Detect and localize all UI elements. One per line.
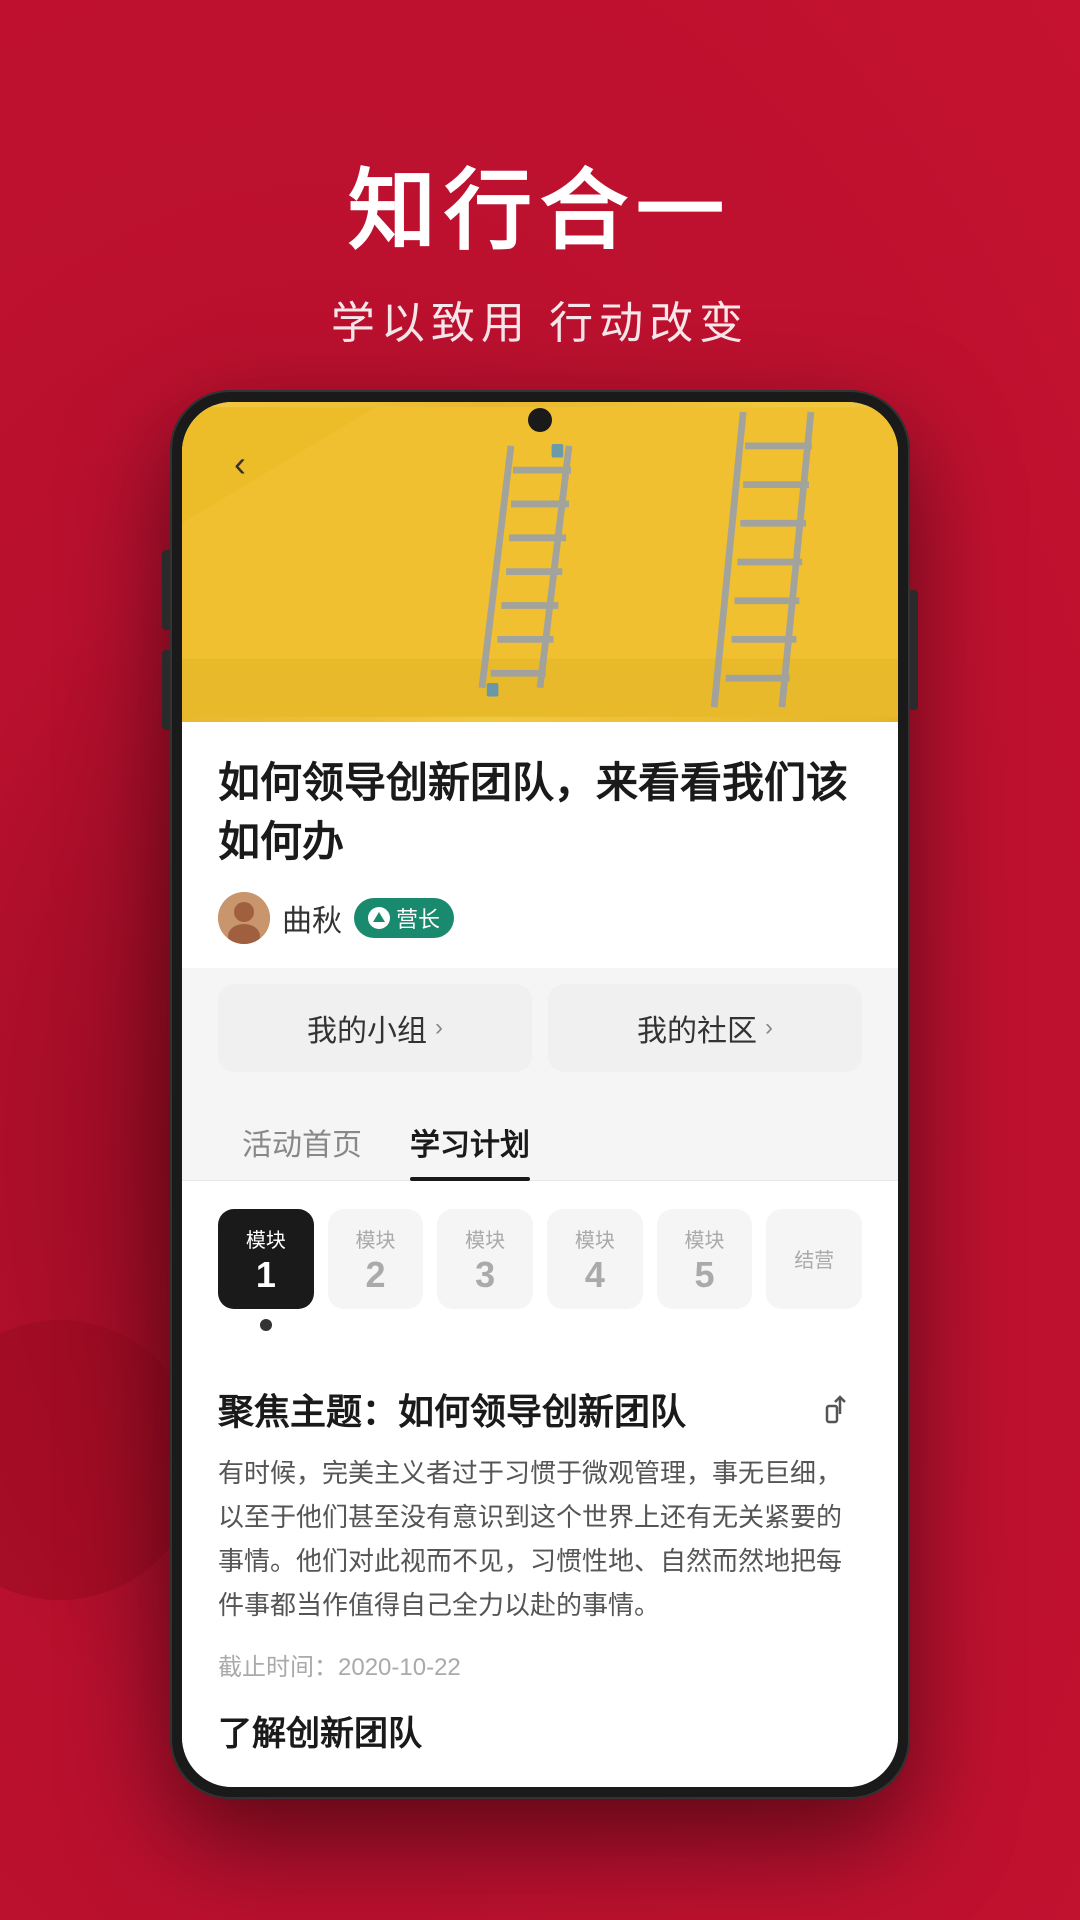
share-button[interactable]: [818, 1387, 862, 1431]
my-community-label: 我的社区: [637, 1006, 757, 1050]
focus-title: 聚焦主题：如何领导创新团队: [218, 1383, 686, 1435]
my-group-label: 我的小组: [307, 1006, 427, 1050]
rank-badge: 营长: [354, 898, 454, 938]
phone-frame: ‹ 如何领导创新团队，来看看我们该如何办 曲秋: [170, 390, 910, 1799]
author-avatar: [218, 892, 270, 944]
main-subtitle: 学以致用 行动改变: [0, 287, 1080, 351]
main-title: 知行合一: [0, 140, 1080, 267]
badge-label: 营长: [396, 902, 440, 934]
module-chip-5[interactable]: 模块 5: [657, 1209, 753, 1309]
focus-theme-row: 聚焦主题：如何领导创新团队: [218, 1383, 862, 1435]
module-chip-1[interactable]: 模块 1: [218, 1209, 314, 1309]
deadline-label: 截止时间：: [218, 1654, 338, 1681]
article-body-text: 有时候，完美主义者过于习惯于微观管理，事无巨细，以至于他们甚至没有意识到这个世界…: [218, 1451, 862, 1628]
tab-bar: 活动首页 学习计划: [182, 1096, 898, 1181]
side-button-volume-up: [162, 550, 170, 630]
module-chip-2[interactable]: 模块 2: [328, 1209, 424, 1309]
nav-buttons: 我的小组 › 我的社区 ›: [182, 968, 898, 1096]
module-chip-end[interactable]: 结营: [766, 1209, 862, 1309]
my-community-button[interactable]: 我的社区 ›: [548, 984, 862, 1072]
phone-screen: ‹ 如何领导创新团队，来看看我们该如何办 曲秋: [182, 402, 898, 1787]
chevron-right-icon-2: ›: [765, 1014, 773, 1042]
module-chip-4[interactable]: 模块 4: [547, 1209, 643, 1309]
section-heading: 了解创新团队: [218, 1706, 862, 1755]
badge-icon: [368, 907, 390, 929]
side-button-power: [910, 590, 918, 710]
author-row: 曲秋 营长: [218, 892, 862, 944]
article-header: 如何领导创新团队，来看看我们该如何办 曲秋: [182, 722, 898, 968]
tab-activity-home[interactable]: 活动首页: [218, 1104, 386, 1180]
module-section: 模块 1 模块 2 模块 3 模块 4: [182, 1181, 898, 1359]
active-dot: [260, 1319, 272, 1331]
back-button[interactable]: ‹: [218, 442, 262, 486]
module-chip-3[interactable]: 模块 3: [437, 1209, 533, 1309]
chevron-right-icon: ›: [435, 1014, 443, 1042]
back-arrow-icon: ‹: [234, 443, 246, 485]
article-title: 如何领导创新团队，来看看我们该如何办: [218, 754, 862, 872]
my-group-button[interactable]: 我的小组 ›: [218, 984, 532, 1072]
article-body: 聚焦主题：如何领导创新团队 有时候，完美主义者过于习惯于微观管理，事无巨细，以至…: [182, 1359, 898, 1788]
module-selector: 模块 1 模块 2 模块 3 模块 4: [218, 1209, 862, 1309]
deadline-value: 2020-10-22: [338, 1654, 461, 1681]
tab-learning-plan[interactable]: 学习计划: [386, 1104, 554, 1180]
phone-mockup: ‹ 如何领导创新团队，来看看我们该如何办 曲秋: [170, 390, 910, 1799]
deadline-text: 截止时间：2020-10-22: [218, 1647, 862, 1682]
author-name: 曲秋: [282, 896, 342, 940]
side-button-volume-down: [162, 650, 170, 730]
hero-image: ‹: [182, 402, 898, 722]
header-section: 知行合一 学以致用 行动改变: [0, 0, 1080, 351]
module-indicator: [218, 1319, 862, 1331]
